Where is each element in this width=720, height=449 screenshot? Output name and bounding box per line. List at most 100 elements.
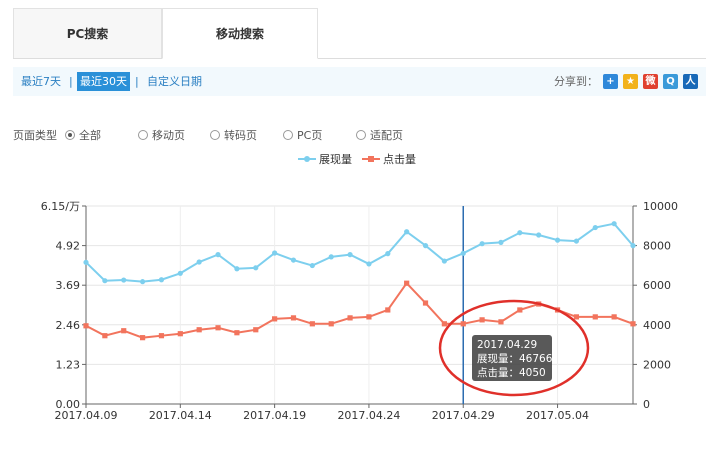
clicks-point xyxy=(102,333,108,339)
radio-dot xyxy=(356,130,366,140)
search-type-tabs: PC搜索 移动搜索 xyxy=(13,8,706,59)
impressions-point xyxy=(121,277,127,283)
impressions-point xyxy=(460,250,466,256)
y-right-tick-label: 4000 xyxy=(643,319,671,332)
date-filter-bar: 最近7天 | 最近30天 | 自定义日期 分享到： + ★ 微 Q 人 xyxy=(13,67,706,96)
impressions-point xyxy=(630,243,636,249)
y-left-tick-label: 2.46 xyxy=(56,319,81,332)
clicks-point xyxy=(592,314,598,320)
y-left-tick-label: 1.23 xyxy=(56,358,81,371)
clicks-point xyxy=(83,323,89,329)
tencent-weibo-icon[interactable]: Q xyxy=(663,74,678,89)
clicks-point xyxy=(253,327,259,333)
impressions-point xyxy=(536,232,542,238)
impressions-point xyxy=(479,241,485,247)
series-impressions-line xyxy=(85,222,634,283)
radio-label: 移动页 xyxy=(152,129,185,142)
clicks-point xyxy=(385,307,391,313)
clicks-point xyxy=(234,330,240,336)
tab-mobile-search[interactable]: 移动搜索 xyxy=(162,8,318,59)
radio-dot xyxy=(65,130,75,140)
weibo-icon[interactable]: 微 xyxy=(643,74,658,89)
impressions-point xyxy=(517,230,523,236)
clicks-point xyxy=(290,315,297,321)
legend-clicks[interactable]: 点击量 xyxy=(362,152,416,168)
impressions-point xyxy=(215,252,221,258)
tab-pc-search[interactable]: PC搜索 xyxy=(13,8,162,58)
radio-transcode-page[interactable]: 转码页 xyxy=(210,128,257,144)
impressions-point xyxy=(385,251,391,257)
date-separator: | xyxy=(135,75,139,88)
page-type-label: 页面类型 xyxy=(13,129,57,142)
impressions-point xyxy=(328,254,334,260)
radio-all[interactable]: 全部 xyxy=(65,128,101,144)
radio-adaptive-page[interactable]: 适配页 xyxy=(356,128,403,144)
tooltip-impressions: 展现量：46766 xyxy=(477,353,553,365)
clicks-point xyxy=(347,315,353,321)
clicks-point xyxy=(611,314,617,320)
y-left-tick-label: 3.69 xyxy=(56,279,81,292)
y-left-tick-label: 4.92 xyxy=(56,240,81,253)
radio-label: 转码页 xyxy=(224,129,257,142)
trend-chart[interactable]: 0.00 01.23 20002.46 40003.69 60004.92 80006.1… xyxy=(0,195,720,425)
radio-dot xyxy=(138,130,148,140)
legend-swatch xyxy=(298,155,316,163)
clicks-point xyxy=(630,321,636,327)
tooltip-date: 2017.04.29 xyxy=(477,339,538,351)
impressions-point xyxy=(441,258,447,264)
impressions-point xyxy=(253,265,259,271)
radio-label: PC页 xyxy=(297,129,323,142)
y-right-tick-label: 8000 xyxy=(643,240,671,253)
y-right-tick-label: 0 xyxy=(643,398,650,411)
date-separator: | xyxy=(69,75,73,88)
date-option-7days[interactable]: 最近7天 xyxy=(21,67,61,96)
chart-tooltip: 2017.04.29 展现量：46766 点击量：4050 xyxy=(472,335,552,381)
y-right-tick-label: 2000 xyxy=(643,358,671,371)
impressions-point xyxy=(234,266,240,272)
radio-label: 全部 xyxy=(79,129,101,142)
impressions-point xyxy=(309,262,315,269)
impressions-point xyxy=(366,261,372,267)
x-tick-label: 2017.04.09 xyxy=(55,409,118,422)
radio-pc-page[interactable]: PC页 xyxy=(283,128,322,144)
renren-icon[interactable]: 人 xyxy=(683,74,698,89)
qzone-icon[interactable]: ★ xyxy=(623,74,638,89)
impressions-point xyxy=(177,270,183,276)
date-option-30days[interactable]: 最近30天 xyxy=(77,72,130,91)
impressions-point xyxy=(573,238,580,244)
clicks-point xyxy=(517,307,523,313)
tooltip-clicks: 点击量：4050 xyxy=(477,367,546,379)
impressions-point xyxy=(554,237,561,243)
x-tick-label: 2017.04.24 xyxy=(337,409,400,422)
x-tick-label: 2017.04.14 xyxy=(149,409,212,422)
radio-dot xyxy=(210,130,220,140)
impressions-point xyxy=(404,229,410,235)
x-tick-label: 2017.05.04 xyxy=(526,409,589,422)
clicks-point xyxy=(158,333,165,339)
clicks-point xyxy=(422,300,429,306)
impressions-point xyxy=(102,278,108,284)
impressions-point xyxy=(272,250,278,256)
clicks-point xyxy=(272,316,278,322)
impressions-point xyxy=(498,239,504,245)
impressions-point xyxy=(611,221,617,227)
impressions-point xyxy=(83,259,89,265)
impressions-point xyxy=(196,259,202,265)
radio-mobile-page[interactable]: 移动页 xyxy=(138,128,185,144)
y-right-tick-label: 6000 xyxy=(643,279,671,292)
plus-share-icon[interactable]: + xyxy=(603,74,618,89)
clicks-point xyxy=(215,325,221,331)
legend-swatch xyxy=(362,155,380,163)
legend-impressions[interactable]: 展现量 xyxy=(298,152,352,168)
clicks-point xyxy=(139,335,146,341)
y-right-tick-label: 10000 xyxy=(643,200,678,213)
date-option-custom[interactable]: 自定义日期 xyxy=(147,67,202,96)
impressions-point xyxy=(592,224,598,231)
clicks-point xyxy=(366,314,372,320)
clicks-point xyxy=(460,321,466,327)
y-left-tick-label: 6.15/万 xyxy=(41,200,80,213)
clicks-point xyxy=(309,321,315,327)
clicks-point xyxy=(328,321,334,327)
legend-label: 展现量 xyxy=(319,153,352,166)
share-label: 分享到： xyxy=(554,75,598,88)
